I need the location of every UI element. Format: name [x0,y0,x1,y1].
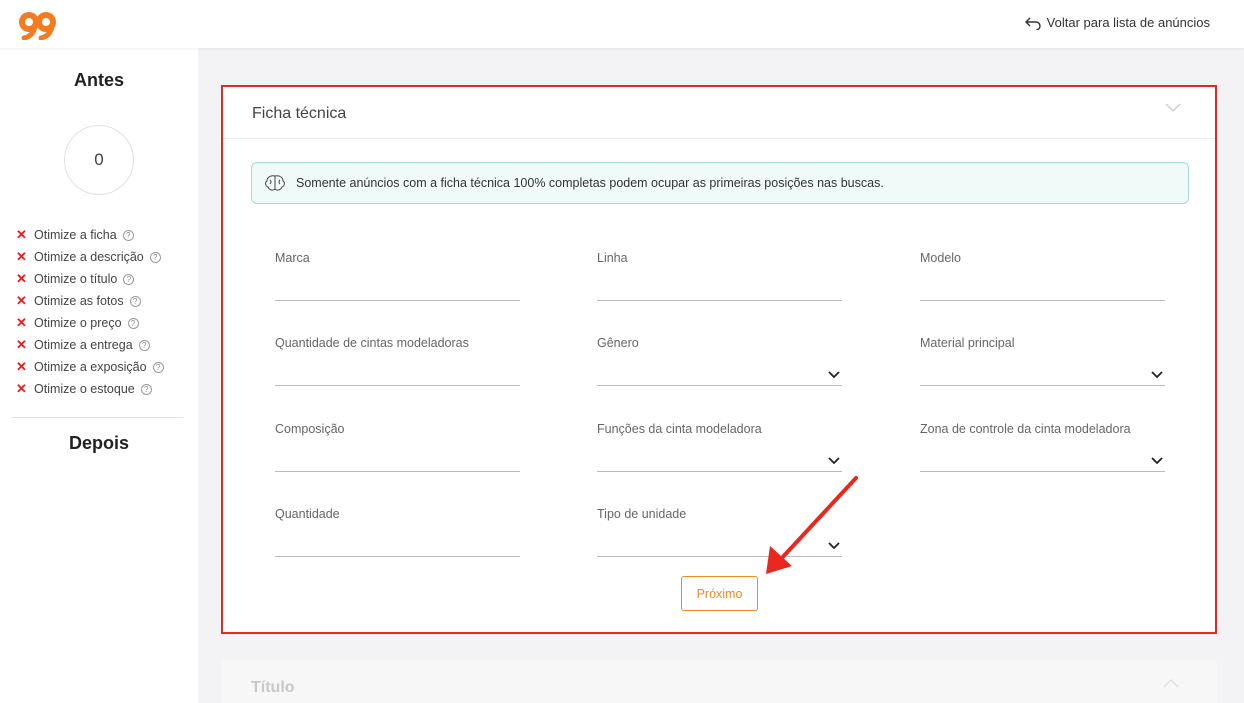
depois-title: Depois [68,433,129,453]
checklist-item: ✕ Otimize o preço? [16,312,164,334]
optimization-checklist: ✕ Otimize a ficha? ✕ Otimize a descrição? … [16,224,164,400]
antes-title: Antes [73,70,124,90]
modelo-field[interactable]: Modelo [920,251,1165,301]
checklist-item: ✕ Otimize a entrega? [16,334,164,356]
help-icon[interactable]: ? [123,273,135,285]
info-text: Somente anúncios com a ficha técnica 100… [296,176,884,190]
x-icon: ✕ [16,337,27,352]
field-label: Material principal [920,336,1015,350]
help-icon[interactable]: ? [127,317,139,329]
marca-field[interactable]: Marca [275,251,520,301]
back-arrow-icon [1024,17,1041,30]
titulo-title: Título [251,679,295,696]
chevron-down-icon [828,457,840,465]
x-icon: ✕ [16,227,27,242]
quantidade-field[interactable]: Quantidade [275,507,520,557]
x-icon: ✕ [16,359,27,374]
score-sidebar: Antes 0 ✕ Otimize a ficha? ✕ Otimize a des… [0,48,198,703]
checklist-item: ✕ Otimize a descrição? [16,246,164,268]
quantidade-cintas-field[interactable]: Quantidade de cintas modeladoras [275,336,520,386]
field-label: Zona de controle da cinta modeladora [920,422,1131,436]
linha-field[interactable]: Linha [597,251,842,301]
checklist-item-label: Otimize o preço [34,316,122,330]
field-label: Modelo [920,251,961,265]
field-label: Quantidade de cintas modeladoras [275,336,469,350]
ficha-tecnica-title: Ficha técnica [252,105,347,122]
field-label: Marca [275,251,310,265]
checklist-item: ✕ Otimize o título? [16,268,164,290]
next-button[interactable]: Próximo [681,576,758,611]
help-icon[interactable]: ? [152,361,164,373]
info-banner: Somente anúncios com a ficha técnica 100… [251,162,1189,204]
checklist-item: ✕ Otimize as fotos? [16,290,164,312]
chevron-down-icon [828,542,840,550]
checklist-item: ✕ Otimize a ficha? [16,224,164,246]
composicao-field[interactable]: Composição [275,422,520,472]
chevron-down-icon [1151,371,1163,379]
genero-select[interactable]: Gênero [597,336,842,386]
field-label: Gênero [597,336,639,350]
checklist-item-label: Otimize o estoque [34,382,135,396]
x-icon: ✕ [16,293,27,308]
checklist-item-label: Otimize as fotos [34,294,124,308]
funcoes-cinta-select[interactable]: Funções da cinta modeladora [597,422,842,472]
back-link-label: Voltar para lista de anúncios [1046,15,1210,30]
checklist-item: ✕ Otimize a exposição? [16,356,164,378]
field-label: Quantidade [275,507,340,521]
field-label: Composição [275,422,345,436]
tipo-unidade-select[interactable]: Tipo de unidade [597,507,842,557]
field-label: Funções da cinta modeladora [597,422,762,436]
brain-icon [265,175,285,191]
ficha-tecnica-card: Ficha técnica Somente anúncios com a fic… [221,85,1217,634]
checklist-item: ✕ Otimize o estoque? [16,378,164,400]
top-bar: Voltar para lista de anúncios [0,0,1244,48]
logo-icon[interactable] [18,10,58,40]
checklist-item-label: Otimize a entrega [34,338,133,352]
zona-controle-select[interactable]: Zona de controle da cinta modeladora [920,422,1165,472]
chevron-down-icon [828,371,840,379]
checklist-item-label: Otimize a exposição [34,360,147,374]
x-icon: ✕ [16,381,27,396]
help-icon[interactable]: ? [140,383,152,395]
chevron-down-icon[interactable] [1165,103,1181,113]
titulo-card[interactable]: Título [221,660,1217,703]
help-icon[interactable]: ? [129,295,141,307]
sidebar-divider [12,417,183,418]
chevron-up-icon[interactable] [1163,678,1179,688]
help-icon[interactable]: ? [138,339,150,351]
back-to-list-link[interactable]: Voltar para lista de anúncios [1024,15,1210,30]
score-circle: 0 [64,125,134,195]
checklist-item-label: Otimize a descrição [34,250,144,264]
help-icon[interactable]: ? [149,251,161,263]
help-icon[interactable]: ? [122,229,134,241]
chevron-down-icon [1151,457,1163,465]
x-icon: ✕ [16,249,27,264]
checklist-item-label: Otimize o título [34,272,118,286]
x-icon: ✕ [16,315,27,330]
checklist-item-label: Otimize a ficha [34,228,117,242]
material-principal-select[interactable]: Material principal [920,336,1165,386]
ficha-tecnica-header[interactable]: Ficha técnica [223,87,1215,139]
field-label: Tipo de unidade [597,507,687,521]
field-label: Linha [597,251,628,265]
x-icon: ✕ [16,271,27,286]
